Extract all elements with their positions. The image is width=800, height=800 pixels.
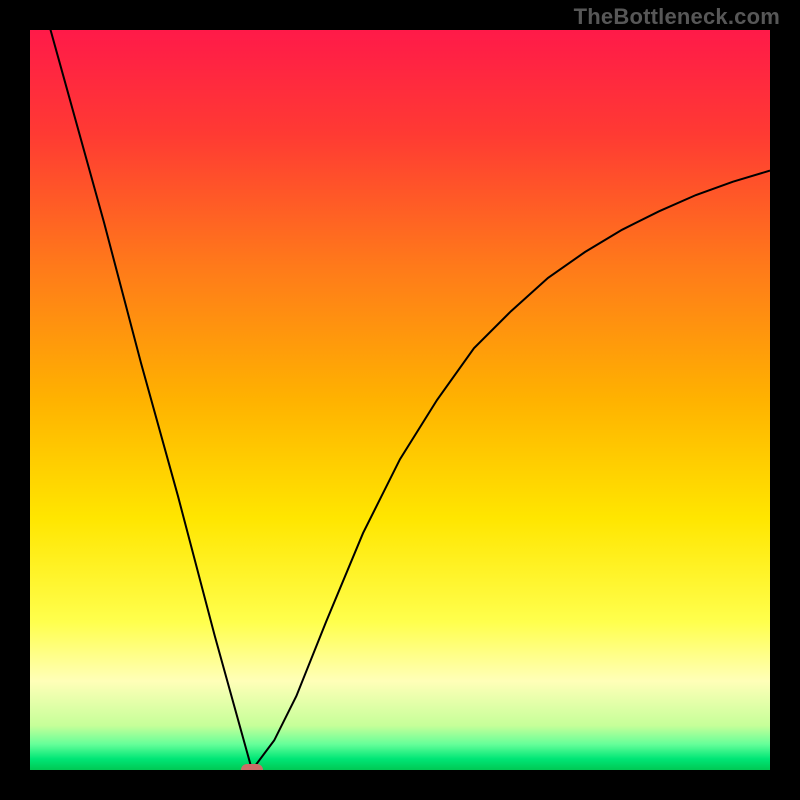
plot-area: [30, 30, 770, 770]
watermark-text: TheBottleneck.com: [574, 4, 780, 30]
gradient-background: [30, 30, 770, 770]
plot-svg: [30, 30, 770, 770]
minimum-marker: [241, 764, 263, 770]
chart-frame: TheBottleneck.com: [0, 0, 800, 800]
